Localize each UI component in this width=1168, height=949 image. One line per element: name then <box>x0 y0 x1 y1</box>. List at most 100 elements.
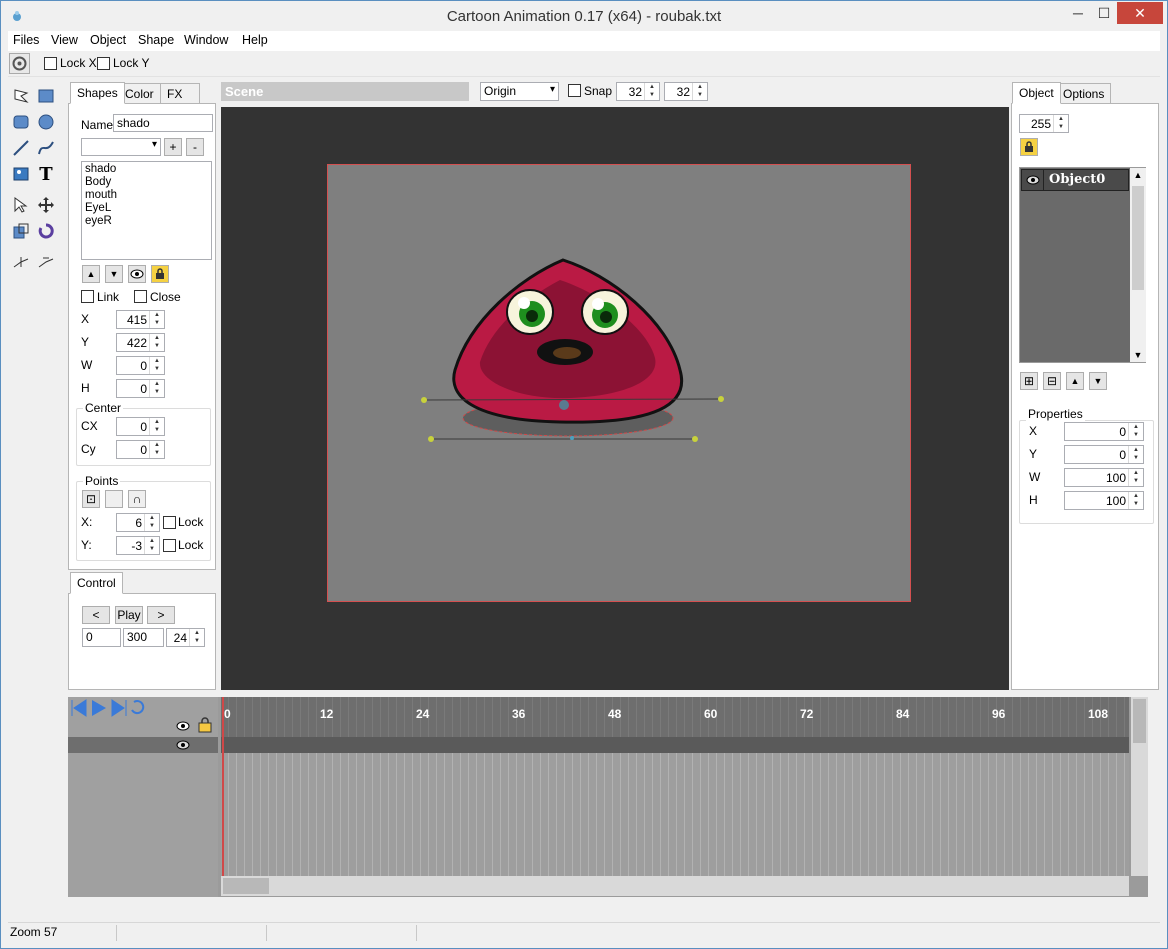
close-button[interactable]: ✕ <box>1117 2 1163 24</box>
spin-arrows-icon[interactable]: ▲ ▼ <box>1128 492 1143 509</box>
tab-fx[interactable]: FX <box>160 83 200 104</box>
shape-name-input[interactable]: shado <box>113 114 213 132</box>
list-item[interactable]: eyeR <box>85 215 117 228</box>
control-handle[interactable] <box>718 396 724 402</box>
tab-control[interactable]: Control <box>70 572 123 594</box>
prev-frame-button[interactable]: < <box>82 606 110 624</box>
close-checkbox[interactable] <box>134 290 147 303</box>
settings-icon[interactable] <box>9 53 30 74</box>
point-y-stepper[interactable]: -3 ▲ ▼ <box>116 536 160 555</box>
spin-arrows-icon[interactable]: ▲ ▼ <box>149 334 164 351</box>
menu-window[interactable]: Window <box>184 33 228 47</box>
remove-object-icon[interactable]: ⊟ <box>1043 372 1061 390</box>
end-frame-input[interactable]: 300 <box>123 628 164 647</box>
control-handle[interactable] <box>421 397 427 403</box>
text-tool-icon[interactable]: T <box>35 163 57 185</box>
prop-w-stepper[interactable]: 100 ▲ ▼ <box>1064 468 1144 487</box>
layer-row[interactable] <box>68 737 218 753</box>
minimize-button[interactable]: ─ <box>1065 2 1091 24</box>
spin-arrows-icon[interactable]: ▲ ▼ <box>149 380 164 397</box>
menu-files[interactable]: Files <box>13 33 39 47</box>
grid-y-stepper[interactable]: 32 ▲ ▼ <box>664 82 708 101</box>
list-item[interactable]: shado <box>85 163 117 176</box>
ellipse-tool-icon[interactable] <box>35 111 57 133</box>
move-up-button[interactable]: ▲ <box>82 265 100 283</box>
add-point-icon[interactable] <box>10 251 32 273</box>
point-x-lock-checkbox[interactable] <box>163 516 176 529</box>
spin-arrows-icon[interactable]: ▲ ▼ <box>644 83 659 100</box>
object-list[interactable]: Object0 ▲ ▼ <box>1019 167 1146 363</box>
spin-arrows-icon[interactable]: ▲ ▼ <box>692 83 707 100</box>
scale-tool-icon[interactable] <box>10 220 32 242</box>
maximize-button[interactable]: ☐ <box>1091 2 1117 24</box>
lock-y-checkbox[interactable] <box>97 57 110 70</box>
scroll-thumb[interactable] <box>1132 186 1144 290</box>
spin-arrows-icon[interactable]: ▲ ▼ <box>149 418 164 435</box>
origin-select[interactable]: Origin ▾ <box>480 82 559 101</box>
visibility-eye-icon[interactable] <box>128 265 146 283</box>
object-visibility-eye-icon[interactable] <box>1022 170 1044 190</box>
timeline-lock-icon[interactable] <box>198 717 212 733</box>
link-checkbox[interactable] <box>81 290 94 303</box>
fps-stepper[interactable]: 24 ▲ ▼ <box>166 628 205 647</box>
point-y-lock-checkbox[interactable] <box>163 539 176 552</box>
spin-arrows-icon[interactable]: ▲ ▼ <box>1053 115 1068 132</box>
points-select-icon[interactable]: ⊡ <box>82 490 100 508</box>
shape-list[interactable]: shado Body mouth EyeL eyeR <box>81 161 212 260</box>
y-stepper[interactable]: 422 ▲ ▼ <box>116 333 165 352</box>
curve-tool-icon[interactable] <box>35 137 57 159</box>
list-item[interactable]: Body <box>85 176 117 189</box>
next-frame-button[interactable]: > <box>147 606 175 624</box>
spin-arrows-icon[interactable]: ▲ ▼ <box>1128 423 1143 440</box>
menu-shape[interactable]: Shape <box>138 33 174 47</box>
points-curve-icon[interactable]: ∩ <box>128 490 146 508</box>
spin-arrows-icon[interactable]: ▲ ▼ <box>149 311 164 328</box>
scroll-thumb[interactable] <box>1133 699 1146 743</box>
image-tool-icon[interactable] <box>10 163 32 185</box>
lock-icon[interactable] <box>151 265 169 283</box>
start-frame-input[interactable]: 0 <box>82 628 121 647</box>
timeline-frames[interactable] <box>221 753 1129 876</box>
prop-h-stepper[interactable]: 100 ▲ ▼ <box>1064 491 1144 510</box>
timeline-nav-icons[interactable] <box>70 699 154 717</box>
spin-arrows-icon[interactable]: ▲ ▼ <box>1128 469 1143 486</box>
shape-select[interactable]: ▾ <box>81 138 161 156</box>
spin-arrows-icon[interactable]: ▲ ▼ <box>149 357 164 374</box>
character-drawing[interactable] <box>400 250 760 450</box>
list-item[interactable]: mouth <box>85 189 117 202</box>
snap-checkbox[interactable] <box>568 84 581 97</box>
tab-shapes[interactable]: Shapes <box>70 82 125 104</box>
x-stepper[interactable]: 415 ▲ ▼ <box>116 310 165 329</box>
point-x-stepper[interactable]: 6 ▲ ▼ <box>116 513 160 532</box>
scroll-down-icon[interactable]: ▼ <box>1130 350 1146 360</box>
select-arrow-icon[interactable] <box>10 194 32 216</box>
alpha-stepper[interactable]: 255 ▲ ▼ <box>1019 114 1069 133</box>
list-item[interactable]: Object0 <box>1021 169 1129 191</box>
layer-eye-icon[interactable] <box>176 740 190 750</box>
object-list-scrollbar[interactable]: ▲ ▼ <box>1130 168 1146 362</box>
grid-x-stepper[interactable]: 32 ▲ ▼ <box>616 82 660 101</box>
control-handle[interactable] <box>428 436 434 442</box>
scroll-thumb[interactable] <box>223 878 269 894</box>
rounded-rect-tool-icon[interactable] <box>10 111 32 133</box>
point-handle[interactable] <box>570 436 574 440</box>
timeline-vscrollbar[interactable] <box>1131 697 1148 876</box>
timeline-hscrollbar[interactable] <box>221 876 1129 896</box>
w-stepper[interactable]: 0 ▲ ▼ <box>116 356 165 375</box>
list-item[interactable]: EyeL <box>85 202 117 215</box>
object-up-button[interactable]: ▲ <box>1066 372 1084 390</box>
object-lock-icon[interactable] <box>1020 138 1038 156</box>
prop-y-stepper[interactable]: 0 ▲ ▼ <box>1064 445 1144 464</box>
playhead[interactable] <box>222 697 224 876</box>
points-square-icon[interactable] <box>105 490 123 508</box>
object-down-button[interactable]: ▼ <box>1089 372 1107 390</box>
spin-arrows-icon[interactable]: ▲ ▼ <box>144 514 159 531</box>
spin-arrows-icon[interactable]: ▲ ▼ <box>144 537 159 554</box>
spin-arrows-icon[interactable]: ▲ ▼ <box>189 629 204 646</box>
remove-shape-button[interactable]: - <box>186 138 204 156</box>
add-object-icon[interactable]: ⊞ <box>1020 372 1038 390</box>
menu-help[interactable]: Help <box>242 33 268 47</box>
add-shape-button[interactable]: + <box>164 138 182 156</box>
tab-options[interactable]: Options <box>1056 83 1112 104</box>
timeline-eye-icon[interactable] <box>176 721 190 731</box>
